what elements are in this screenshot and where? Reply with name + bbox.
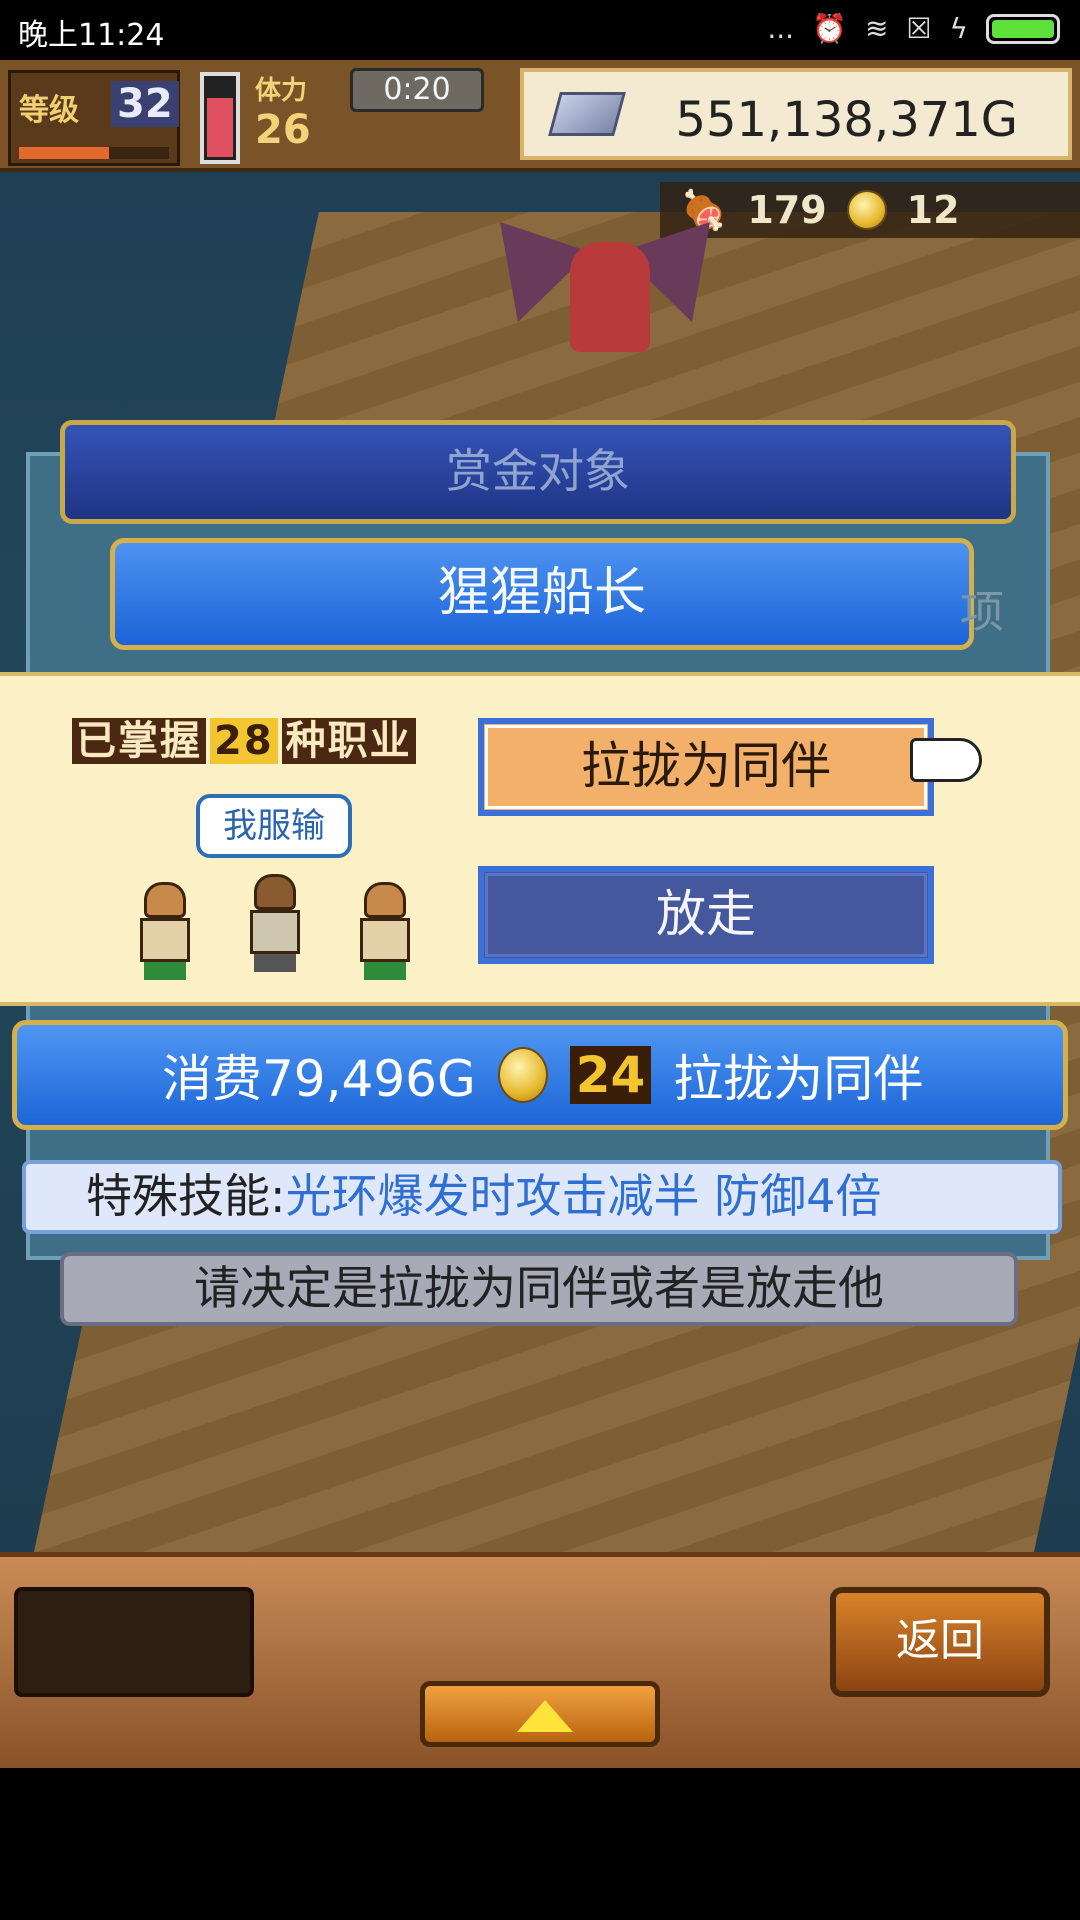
battery-icon [986, 13, 1060, 44]
recruit-button[interactable]: 拉拢为同伴 [478, 718, 934, 816]
expand-up-button[interactable] [420, 1681, 660, 1747]
stamina-panel: 体力 26 [255, 70, 311, 153]
jobs-mastered: 已掌握 28 种职业 [72, 708, 416, 766]
background-tab-text: 项 [960, 587, 1004, 638]
gold-panel: 551,138,371G [520, 68, 1072, 160]
stamina-label: 体力 [255, 76, 308, 106]
level-value: 32 [111, 81, 179, 127]
recruit-cost-button[interactable]: 消费79,496G 24 拉拢为同伴 [12, 1020, 1068, 1130]
status-icons: ... ⏰ ≋ ☒ ϟ [767, 12, 1060, 45]
jobs-prefix: 已掌握 [72, 718, 206, 764]
coin-count: 12 [906, 188, 960, 232]
cost-action: 拉拢为同伴 [673, 1050, 924, 1108]
monster-sprite [500, 202, 710, 372]
stamina-value: 26 [255, 107, 311, 153]
character-group [130, 874, 430, 986]
wifi-icon: ≋ [864, 12, 889, 45]
gold-value: 551,138,371G [675, 92, 1018, 148]
top-hud: 等级 32 体力 26 0:20 551,138,371G [0, 60, 1080, 172]
meat-count: 179 [747, 188, 827, 232]
guard-right-sprite [350, 882, 420, 982]
cost-text: 消费79,496G [162, 1050, 476, 1108]
special-skill: 特殊技能:光环爆发时攻击减半 防御4倍 [22, 1160, 1062, 1234]
sim-icon: ☒ [906, 12, 932, 45]
back-button[interactable]: 返回 [830, 1587, 1050, 1697]
captain-sprite [240, 874, 310, 974]
bounty-title: 赏金对象 [60, 420, 1016, 524]
empty-slot [14, 1587, 254, 1697]
more-dots-icon: ... [767, 12, 795, 45]
status-bar: 晚上11:24 ... ⏰ ≋ ☒ ϟ [0, 0, 1080, 60]
decision-notice: 请决定是拉拢为同伴或者是放走他 [60, 1252, 1018, 1326]
jobs-count: 28 [210, 718, 278, 764]
guard-left-sprite [130, 882, 200, 982]
status-time: 晚上11:24 [18, 18, 165, 53]
release-button[interactable]: 放走 [478, 866, 934, 964]
speech-bubble: 我服输 [196, 794, 352, 858]
stamina-timer: 0:20 [350, 68, 484, 112]
choice-panel: 已掌握 28 种职业 我服输 拉拢为同伴 放走 [0, 672, 1080, 1006]
jobs-suffix: 种职业 [281, 718, 416, 764]
arrow-up-icon [517, 1700, 573, 1732]
bounty-target-name: 猩猩船长 [110, 538, 974, 650]
charge-icon: ϟ [949, 12, 968, 45]
coin-icon [846, 190, 887, 230]
resource-counters: 🍖 179 12 [660, 182, 1080, 238]
bottom-panel: 返回 [0, 1552, 1080, 1768]
nav-area [0, 1768, 1080, 1920]
coin-cost: 24 [569, 1046, 652, 1104]
level-label: 等级 [19, 93, 79, 128]
pointer-hand-icon [910, 738, 982, 782]
coin-icon [497, 1047, 548, 1103]
stamina-gauge [200, 72, 240, 164]
skill-value: 光环爆发时攻击减半 防御4倍 [285, 1169, 882, 1223]
exp-bar [19, 147, 169, 159]
alarm-icon: ⏰ [812, 12, 847, 45]
gem-icon [548, 92, 626, 136]
skill-label: 特殊技能: [86, 1169, 286, 1223]
level-panel: 等级 32 [8, 70, 180, 166]
